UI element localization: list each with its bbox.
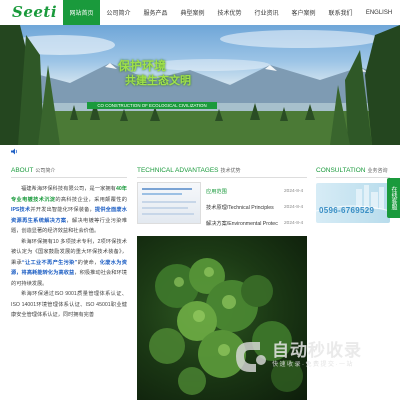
main-nav: 网站首页 公司简介 服务产品 典型案例 技术优势 行业资讯 客户案例 联系我们 … — [63, 0, 399, 25]
nav-item-clients[interactable]: 客户案例 — [285, 0, 322, 25]
banner-subtitle: 共建生态文明 — [125, 75, 191, 87]
watermark-subtitle: 快速收录·免费提交·一站 — [272, 362, 354, 368]
tech-article-item[interactable]: 应用范围 2024-8-4 — [206, 183, 306, 199]
highlight-mission: “让工业不再产生污染” — [22, 259, 78, 266]
cityscape-graphic — [316, 185, 390, 212]
tech-subtitle: 技术优势 — [220, 168, 241, 174]
nav-item-home[interactable]: 网站首页 — [63, 0, 100, 25]
hotline-number[interactable]: 0596-6769529 — [319, 206, 374, 215]
about-subtitle: 公司简介 — [35, 168, 56, 174]
site-header: Seeti 网站首页 公司简介 服务产品 典型案例 技术优势 行业资讯 客户案例… — [0, 0, 400, 25]
tech-title: TECHNICAL ADVANTAGES — [137, 167, 219, 174]
tech-thumbnail[interactable] — [137, 182, 201, 224]
tech-article-date: 2024-8-4 — [284, 204, 304, 210]
watermark-title: 自动秒收录 — [272, 341, 362, 360]
watermark-logo-icon — [236, 342, 266, 372]
nav-item-news[interactable]: 行业资讯 — [248, 0, 285, 25]
about-paragraph-1: 福建希海环保科技有限公司，是一家拥有40年专业电镀技术沉淀的高科技企业，采用颠覆… — [11, 186, 127, 234]
banner-landscape-image — [0, 25, 400, 145]
about-heading: ABOUT 公司简介 — [11, 167, 55, 174]
tech-article-item[interactable]: 技术原理/Technical Principles 2024-8-4 — [206, 199, 306, 215]
page: Seeti 网站首页 公司简介 服务产品 典型案例 技术优势 行业资讯 客户案例… — [0, 0, 400, 400]
tech-article-item[interactable]: 解决方案/Environmental Protecti... 2024-8-4 — [206, 215, 306, 231]
tech-heading: TECHNICAL ADVANTAGES 技术优势 — [137, 167, 241, 174]
about-title: ABOUT — [11, 167, 34, 174]
consult-divider — [316, 177, 390, 178]
watermark-overlay: 自动秒收录 快速收录·免费提交·一站 — [228, 332, 388, 380]
tech-article-title[interactable]: 应用范围 — [206, 188, 278, 195]
hero-banner[interactable]: 保护环境 共建生态文明 CO CONSTRUCTION OF ECOLOGICA… — [0, 25, 400, 145]
about-paragraph-3: 希海环保通过ISO 9001质量管理体系认证、ISO 14001环境管理体系认证… — [11, 291, 127, 318]
tech-article-date: 2024-8-4 — [284, 188, 304, 194]
consult-title: CONSULTATION — [316, 167, 366, 174]
nav-item-products[interactable]: 服务产品 — [137, 0, 174, 25]
consult-subtitle: 业务咨询 — [367, 168, 388, 174]
consult-heading: CONSULTATION 业务咨询 — [316, 167, 388, 174]
nav-item-contact[interactable]: 联系我们 — [322, 0, 359, 25]
nav-item-english[interactable]: ENGLISH — [359, 0, 399, 25]
nav-item-cases[interactable]: 典型案例 — [174, 0, 211, 25]
tech-divider — [137, 177, 307, 178]
highlight-ips: IPS技术 — [11, 207, 31, 213]
tech-article-list: 应用范围 2024-8-4 技术原理/Technical Principles … — [206, 183, 306, 231]
about-divider — [11, 177, 127, 178]
online-service-tab[interactable]: 在线客服 — [387, 178, 400, 218]
about-paragraph-2: 希海环保拥有10 多项技术专利，2项环保技术被认定为《国家鼓励发展的重大环保技术… — [11, 238, 127, 287]
tech-article-title[interactable]: 技术原理/Technical Principles — [206, 204, 278, 211]
speaker-icon[interactable] — [11, 148, 18, 155]
nav-item-about[interactable]: 公司简介 — [100, 0, 137, 25]
about-text: 福建希海环保科技有限公司，是一家拥有40年专业电镀技术沉淀的高科技企业，采用颠覆… — [11, 184, 127, 321]
tech-article-title[interactable]: 解决方案/Environmental Protecti... — [206, 220, 278, 227]
tech-article-date: 2024-8-4 — [284, 220, 304, 226]
banner-tagline: CO CONSTRUCTION OF ECOLOGICAL CIVILIZATI… — [87, 102, 217, 109]
hotline-banner[interactable]: 0596-6769529 — [316, 183, 390, 223]
nav-item-tech[interactable]: 技术优势 — [211, 0, 248, 25]
site-logo[interactable]: Seeti — [12, 3, 57, 21]
